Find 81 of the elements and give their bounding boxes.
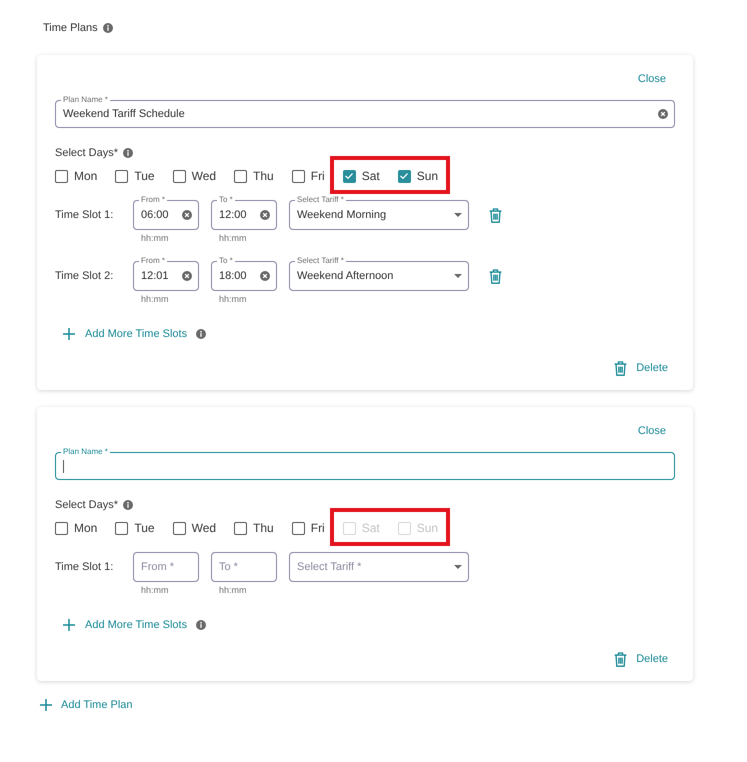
checkbox[interactable]	[172, 170, 186, 182]
plus-icon	[63, 328, 75, 340]
checkbox-label: Tue	[134, 168, 155, 184]
field-hint: hh:mm	[141, 294, 169, 305]
checkbox-label: Sat	[362, 168, 380, 184]
section-title: Time Plans	[43, 21, 98, 35]
add-time-slots-button[interactable]: Add More Time Slots	[63, 327, 188, 341]
checkbox[interactable]	[55, 170, 68, 182]
select-days-label: Select Days*	[55, 498, 118, 512]
add-time-plan-button[interactable]: Add Time Plan	[40, 698, 133, 712]
checkbox-label: Fri	[310, 168, 325, 184]
field-label: To *	[217, 195, 235, 205]
checkbox-label: Sun	[416, 520, 438, 536]
field-hint: hh:mm	[219, 294, 247, 305]
select-days-label: Select Days*	[55, 146, 118, 160]
checkbox-label: Thu	[253, 168, 274, 184]
field-hint: hh:mm	[141, 585, 169, 596]
clear-icon[interactable]	[658, 109, 668, 119]
checkbox[interactable]	[115, 170, 128, 182]
checkbox-label: Sun	[416, 168, 438, 184]
field-label: Select Tariff *	[295, 256, 346, 266]
delete-slot-button[interactable]	[489, 208, 502, 222]
clear-icon[interactable]	[260, 271, 270, 281]
checkbox[interactable]	[115, 522, 128, 534]
checkbox[interactable]	[234, 522, 248, 534]
check-icon	[345, 173, 354, 179]
add-time-slots-button[interactable]: Add More Time Slots	[63, 618, 188, 632]
checkbox[interactable]	[292, 522, 305, 534]
checkbox-label: Mon	[74, 520, 98, 536]
field-label: To *	[217, 256, 235, 266]
field-label: From *	[139, 195, 167, 205]
trash-icon	[614, 652, 628, 666]
checkbox-label: Mon	[74, 168, 98, 184]
checkbox-label: Wed	[192, 520, 216, 536]
time-slot-label: Time Slot 1:	[55, 560, 114, 575]
time-slot-label: Time Slot 1:	[55, 208, 114, 223]
clear-icon[interactable]	[260, 210, 270, 220]
checkbox-label: Fri	[310, 520, 325, 536]
caret-icon	[454, 565, 462, 569]
caret-icon	[454, 213, 462, 217]
field-label: Plan Name *	[61, 447, 110, 457]
field-label: Select Tariff *	[295, 195, 346, 205]
field-label: Plan Name *	[61, 95, 110, 105]
info-icon	[122, 148, 133, 158]
clear-icon[interactable]	[182, 271, 192, 281]
checkbox[interactable]	[398, 170, 411, 182]
check-icon	[400, 173, 408, 179]
caret-icon	[454, 274, 462, 278]
time-field[interactable]: From *	[133, 552, 199, 582]
field-hint: hh:mm	[219, 233, 247, 244]
info-icon	[122, 500, 133, 510]
close-button[interactable]: Close	[638, 424, 666, 438]
info-icon	[102, 23, 113, 33]
info-icon	[196, 620, 206, 630]
trash-icon	[489, 208, 502, 222]
field-label: From *	[139, 256, 167, 266]
plus-icon	[63, 619, 75, 631]
trash-icon	[489, 268, 502, 284]
close-button[interactable]: Close	[638, 72, 666, 86]
checkbox-label: Thu	[253, 520, 274, 536]
checkbox[interactable]	[55, 522, 68, 534]
text-cursor-icon	[63, 460, 64, 472]
checkbox[interactable]	[172, 522, 186, 534]
info-icon	[196, 329, 206, 339]
field-hint: hh:mm	[219, 585, 247, 596]
checkbox-label: Wed	[192, 168, 216, 184]
checkbox-label: Sat	[362, 520, 380, 536]
delete-button[interactable]: Delete	[614, 652, 668, 666]
checkbox[interactable]	[342, 170, 356, 182]
checkbox-label: Tue	[134, 520, 155, 536]
delete-slot-button[interactable]	[489, 268, 502, 284]
checkbox[interactable]	[292, 170, 305, 182]
tariff-select[interactable]: Select Tariff *	[289, 552, 469, 582]
clear-icon[interactable]	[182, 210, 192, 220]
checkbox[interactable]	[234, 170, 248, 182]
time-field[interactable]: To *	[211, 552, 277, 582]
field-hint: hh:mm	[141, 233, 169, 244]
time-slot-label: Time Slot 2:	[55, 268, 114, 284]
delete-button[interactable]: Delete	[614, 361, 668, 375]
plus-icon	[40, 699, 52, 711]
trash-icon	[614, 360, 628, 376]
